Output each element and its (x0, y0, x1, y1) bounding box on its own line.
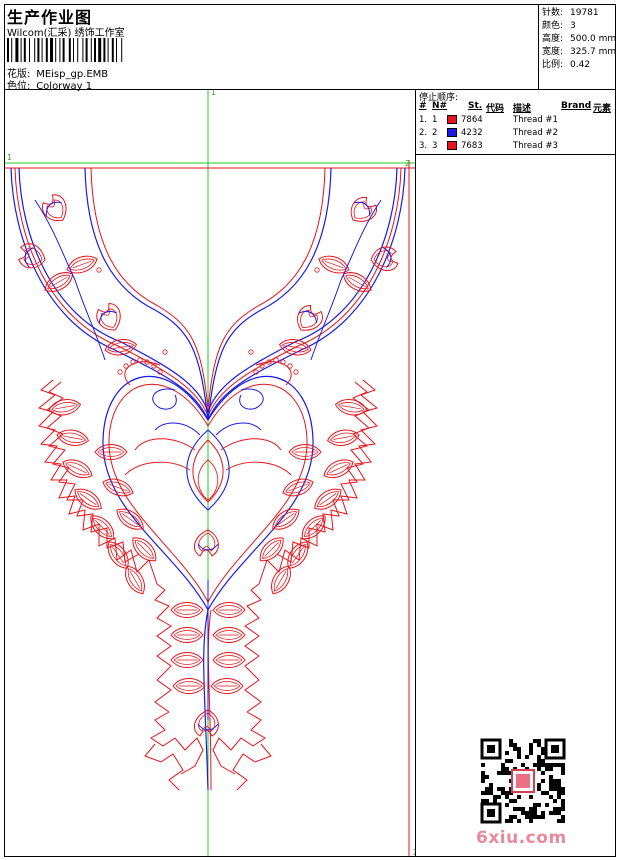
header: 生产作业图 Wilcom(汇采) 绣饰工作室 花版: MEisp_gp.EMB … (4, 4, 617, 92)
qr-code (480, 738, 566, 824)
spec-colors: 颜色: 3 (542, 21, 576, 31)
thread-table: 停止顺序: # N# St. 代码 描述 Brand 元素 1. 1 7864 … (416, 90, 616, 155)
spec-width: 宽度: 325.7 mm (542, 47, 617, 57)
design-canvas: 1 1 2 2 (5, 88, 418, 857)
embroidery-design: 1 1 2 2 (5, 88, 418, 857)
col-num: # (419, 101, 427, 111)
color-swatch (447, 141, 457, 150)
spec-panel: 针数: 19781 颜色: 3 高度: 500.0 mm 宽度: 325.7 mm 比例… (538, 4, 617, 89)
col-n: N# (432, 101, 448, 111)
thread-row: 3. 3 7683 Thread #3 (419, 141, 558, 151)
header-info: 生产作业图 Wilcom(汇采) 绣饰工作室 花版: MEisp_gp.EMB … (4, 4, 537, 92)
col-st: St. (468, 101, 483, 111)
color-swatch (447, 115, 457, 124)
color-swatch (447, 128, 457, 137)
barcode (7, 38, 123, 62)
guide-label-bottom: 2 (413, 848, 415, 856)
col-desc: 描述 (513, 104, 532, 114)
guide-label-top: 1 (211, 90, 216, 97)
guide-label-left: 1 (7, 153, 12, 162)
thread-row: 2. 2 4232 Thread #2 (419, 128, 558, 138)
col-brand: Brand (561, 101, 592, 111)
spec-scale: 比例: 0.42 (542, 60, 591, 70)
spec-stitches: 针数: 19781 (542, 8, 599, 18)
col-code: 代码 (486, 104, 505, 114)
company-name: Wilcom(汇采) 绣饰工作室 (7, 28, 125, 39)
watermark-logo: 6xiu.com (476, 828, 567, 848)
thread-row: 1. 1 7864 Thread #1 (419, 115, 558, 125)
guide-label-right: 2 (405, 159, 410, 168)
spec-height: 高度: 500.0 mm (542, 34, 617, 44)
col-elem: 元素 (593, 104, 612, 114)
